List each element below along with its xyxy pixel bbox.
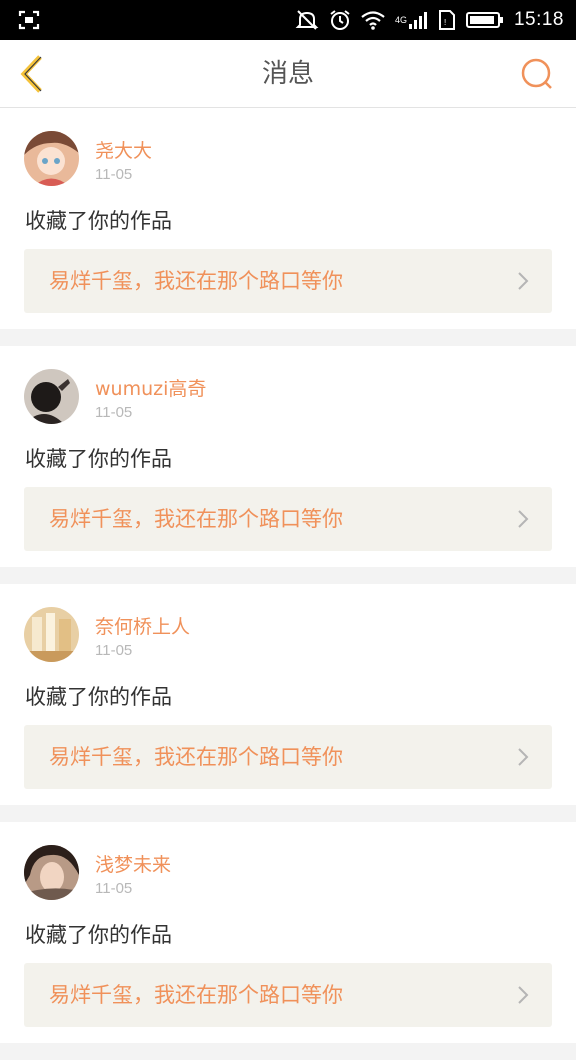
avatar[interactable] [24, 131, 79, 186]
message-action: 收藏了你的作品 [25, 923, 172, 947]
status-time: 15:18 [513, 9, 564, 30]
avatar[interactable] [24, 845, 79, 900]
nav-bar: 消息 [0, 40, 576, 108]
message-date: 11-05 [95, 642, 133, 659]
chevron-right-icon [518, 272, 529, 290]
chevron-right-icon [518, 748, 529, 766]
work-title: 易烊千玺，我还在那个路口等你 [49, 983, 343, 1007]
message-action: 收藏了你的作品 [25, 447, 172, 471]
message-item: 尧大大 11-05 收藏了你的作品 易烊千玺，我还在那个路口等你 [0, 108, 576, 329]
username[interactable]: wumuzi高奇 [95, 374, 206, 401]
message-item: 浅梦未来 11-05 收藏了你的作品 易烊千玺，我还在那个路口等你 [0, 822, 576, 1043]
message-action: 收藏了你的作品 [25, 685, 172, 709]
chevron-right-icon [518, 510, 529, 528]
message-date: 11-05 [95, 404, 133, 421]
back-button[interactable] [12, 54, 52, 94]
signal-icon: 4G [395, 10, 428, 30]
svg-text:!: ! [444, 18, 446, 27]
message-date: 11-05 [95, 166, 133, 183]
avatar[interactable] [24, 369, 79, 424]
work-link[interactable]: 易烊千玺，我还在那个路口等你 [24, 487, 552, 551]
chevron-left-icon [20, 55, 42, 93]
username[interactable]: 尧大大 [95, 136, 152, 163]
message-list: 尧大大 11-05 收藏了你的作品 易烊千玺，我还在那个路口等你 wumuzi高… [0, 108, 576, 1060]
work-link[interactable]: 易烊千玺，我还在那个路口等你 [24, 725, 552, 789]
username[interactable]: 奈何桥上人 [95, 612, 190, 639]
battery-icon [465, 11, 504, 29]
sim-icon: ! [438, 9, 456, 31]
message-date: 11-05 [95, 880, 133, 897]
message-item: 奈何桥上人 11-05 收藏了你的作品 易烊千玺，我还在那个路口等你 [0, 584, 576, 805]
work-title: 易烊千玺，我还在那个路口等你 [49, 507, 343, 531]
chevron-right-icon [518, 986, 529, 1004]
message-action: 收藏了你的作品 [25, 209, 172, 233]
screenshot-icon [18, 10, 40, 30]
mute-icon [295, 9, 319, 31]
username[interactable]: 浅梦未来 [95, 850, 171, 877]
alarm-icon [329, 9, 351, 31]
avatar[interactable] [24, 607, 79, 662]
work-link[interactable]: 易烊千玺，我还在那个路口等你 [24, 963, 552, 1027]
work-link[interactable]: 易烊千玺，我还在那个路口等你 [24, 249, 552, 313]
status-bar: 4G ! 15:18 [0, 0, 576, 40]
wifi-icon [361, 10, 385, 30]
search-button[interactable] [518, 55, 556, 93]
message-item: wumuzi高奇 11-05 收藏了你的作品 易烊千玺，我还在那个路口等你 [0, 346, 576, 567]
page-title: 消息 [261, 59, 314, 89]
search-icon [521, 58, 552, 89]
work-title: 易烊千玺，我还在那个路口等你 [49, 745, 343, 769]
work-title: 易烊千玺，我还在那个路口等你 [49, 269, 343, 293]
